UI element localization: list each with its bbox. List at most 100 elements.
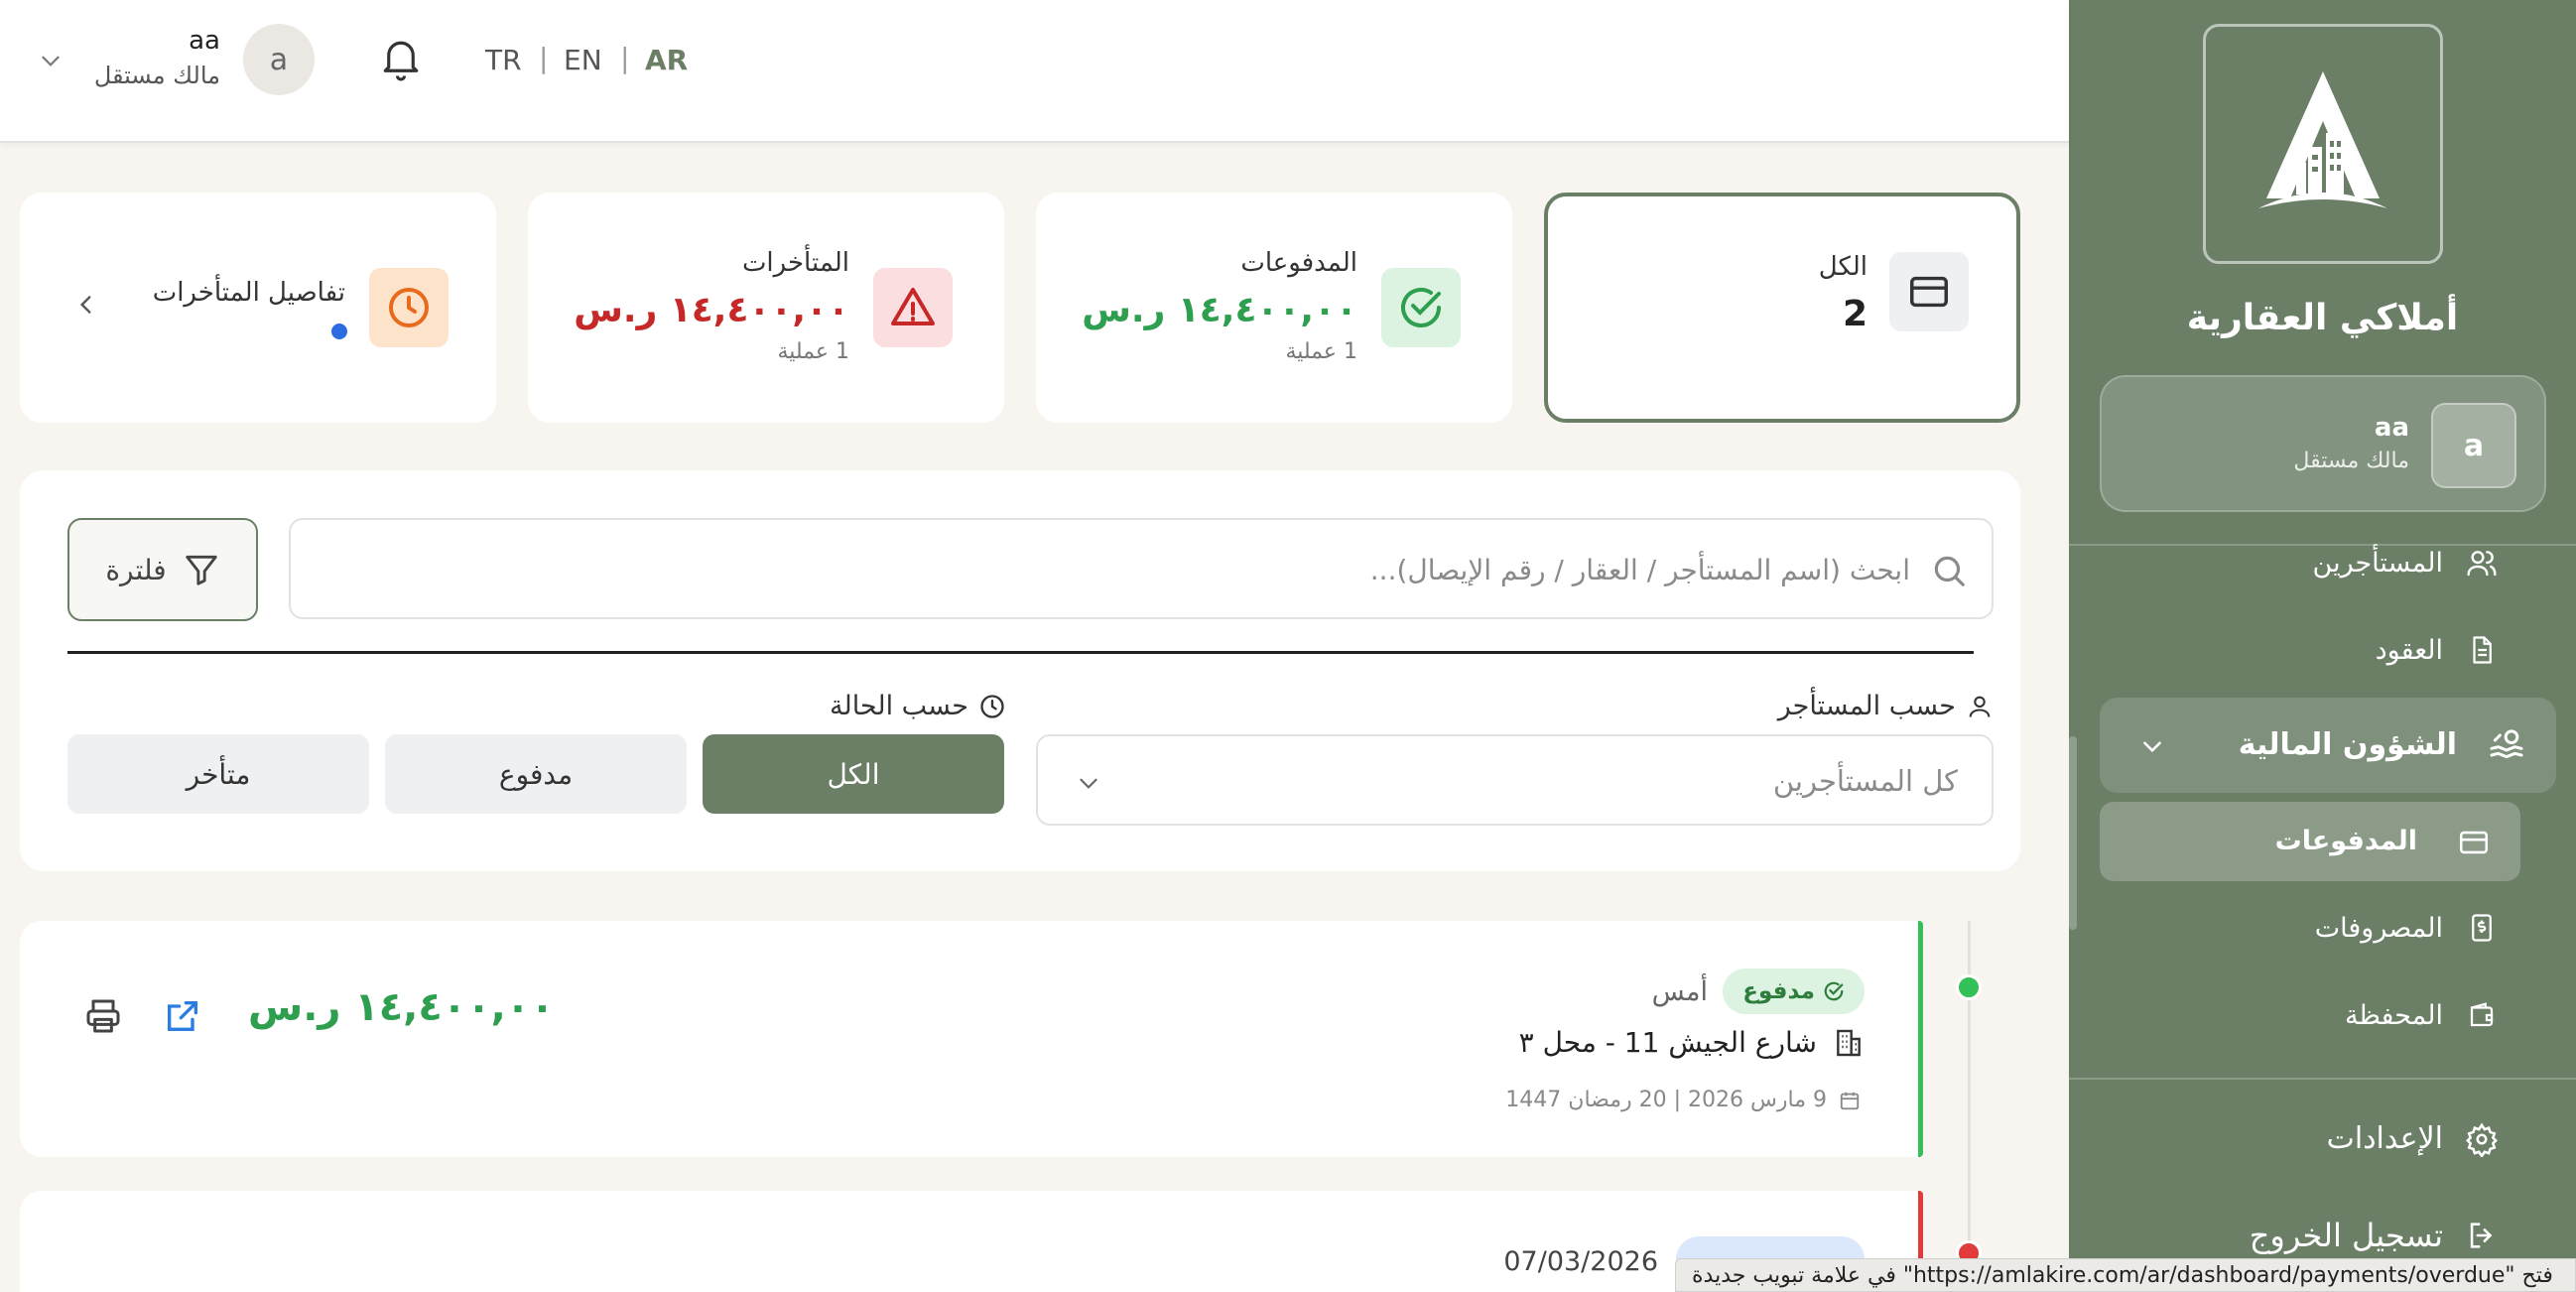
brand-name: أملاكي العقارية <box>2186 298 2459 338</box>
overdue-details-card[interactable]: تفاصيل المتأخرات <box>20 193 496 423</box>
stat-label: المتأخرات <box>741 248 849 278</box>
tenant-filter-label: حسب المستأجر <box>1778 691 1994 721</box>
sidebar-item-label: العقود <box>2375 634 2443 666</box>
chevron-down-icon[interactable] <box>38 48 64 73</box>
avatar[interactable]: a <box>243 24 315 95</box>
sidebar: أملاكي العقارية a aa مالك مستقل المستأجر… <box>2069 0 2576 1292</box>
building-logo-icon <box>2258 71 2387 208</box>
stat-card-all[interactable]: الكل 2 <box>1544 193 2020 423</box>
external-link-icon[interactable] <box>163 996 202 1036</box>
user-name: aa <box>2374 413 2409 443</box>
status-filter-label: حسب الحالة <box>830 691 1006 721</box>
card-icon <box>2457 826 2491 859</box>
property-address: شارع الجيش 11 - محل ٣ <box>1519 1026 1865 1059</box>
stat-value: ١٤,٤٠٠,٠٠ ر.س <box>574 290 849 330</box>
print-icon[interactable] <box>83 996 123 1036</box>
sidebar-item-tenants[interactable]: المستأجرين <box>2313 546 2499 580</box>
lang-tr[interactable]: TR <box>485 44 522 76</box>
sidebar-item-logout[interactable]: تسجيل الخروج <box>2250 1217 2499 1254</box>
chevron-down-icon[interactable] <box>2139 733 2165 759</box>
card-icon <box>1889 252 1969 331</box>
browser-status-bar: فتح "https://amlakire.com/ar/dashboard/p… <box>1675 1258 2576 1292</box>
warning-icon <box>873 268 953 347</box>
sidebar-group-label: الشؤون المالية <box>2238 727 2457 762</box>
stat-subtext: 1 عملية <box>1285 339 1357 364</box>
stat-card-paid[interactable]: المدفوعات ١٤,٤٠٠,٠٠ ر.س 1 عملية <box>1036 193 1512 423</box>
payment-amount: ١٤,٤٠٠,٠٠ ر.س <box>248 984 555 1030</box>
property-address-text: شارع الجيش 11 - محل ٣ <box>1518 1026 1817 1059</box>
tenant-select-value: كل المستأجرين <box>1772 764 1958 798</box>
receipt-icon <box>2465 911 2499 945</box>
stat-value: 2 <box>1842 294 1868 334</box>
sidebar-item-wallet[interactable]: المحفظة <box>2345 998 2499 1032</box>
tenant-filter-text: حسب المستأجر <box>1777 691 1956 721</box>
filter-panel: ابحث (اسم المستأجر / العقار / رقم الإيصا… <box>20 470 2020 871</box>
lang-ar[interactable]: AR <box>645 44 688 76</box>
filter-icon <box>183 551 220 588</box>
clock-icon <box>369 268 449 347</box>
sidebar-item-label: المدفوعات <box>2274 826 2417 856</box>
calendar-icon <box>1839 1090 1861 1111</box>
lang-separator: | <box>539 42 549 74</box>
payment-card[interactable]: 07/03/2026 <box>20 1191 1923 1292</box>
panel-divider <box>67 651 1974 654</box>
overdue-details-label: تفاصيل المتأخرات <box>152 278 345 308</box>
user-name: aa <box>189 26 220 56</box>
user-icon <box>1966 693 1994 720</box>
status-option-overdue[interactable]: متأخر <box>67 734 369 814</box>
tenant-select[interactable]: كل المستأجرين <box>1036 734 1994 826</box>
top-header: TR | EN | AR a aa مالك مستقل <box>0 0 2069 143</box>
search-input[interactable]: ابحث (اسم المستأجر / العقار / رقم الإيصا… <box>289 518 1994 619</box>
check-circle-icon <box>1823 980 1845 1002</box>
users-icon <box>2465 546 2499 580</box>
avatar: a <box>2431 403 2516 488</box>
gear-icon <box>2465 1122 2499 1157</box>
lang-en[interactable]: EN <box>564 44 602 76</box>
payment-dates: 9 مارس 2026 | 20 رمضان 1447 <box>1505 1088 1861 1112</box>
building-icon <box>1833 1027 1865 1059</box>
user-role: مالك مستقل <box>2293 449 2409 473</box>
chevron-down-icon <box>1076 770 1101 796</box>
status-badge: مدفوع <box>1723 969 1865 1014</box>
finance-icon <box>2487 725 2526 765</box>
search-placeholder: ابحث (اسم المستأجر / العقار / رقم الإيصا… <box>1369 554 1910 586</box>
sidebar-item-expenses[interactable]: المصروفات <box>2315 911 2499 945</box>
sidebar-item-label: المصروفات <box>2314 912 2443 944</box>
check-circle-icon <box>1381 268 1461 347</box>
stat-card-overdue[interactable]: المتأخرات ١٤,٤٠٠,٠٠ ر.س 1 عملية <box>528 193 1004 423</box>
stat-label: المدفوعات <box>1240 248 1357 278</box>
lang-separator: | <box>620 42 630 74</box>
payment-relative-date: أمس <box>1651 976 1708 1007</box>
payment-dates-text: 9 مارس 2026 | 20 رمضان 1447 <box>1505 1088 1827 1112</box>
status-option-paid[interactable]: مدفوع <box>385 734 687 814</box>
bell-icon[interactable] <box>380 36 422 81</box>
sidebar-item-payments[interactable]: المدفوعات <box>2100 802 2520 881</box>
search-icon <box>1930 552 1968 589</box>
payment-date: 07/03/2026 <box>1503 1246 1658 1277</box>
clock-icon <box>978 693 1006 720</box>
logout-icon <box>2465 1219 2499 1252</box>
stat-label: الكل <box>1818 252 1868 282</box>
sidebar-divider <box>2069 1078 2576 1080</box>
status-option-all[interactable]: الكل <box>703 734 1004 814</box>
filter-button[interactable]: فلترة <box>67 518 258 621</box>
filter-button-label: فلترة <box>105 553 167 586</box>
status-badge-label: مدفوع <box>1742 978 1815 1004</box>
status-filter-text: حسب الحالة <box>830 691 968 721</box>
stat-value: ١٤,٤٠٠,٠٠ ر.س <box>1082 290 1357 330</box>
user-role: مالك مستقل <box>93 62 220 89</box>
sidebar-item-label: المستأجرين <box>2312 547 2443 579</box>
sidebar-item-label: الإعدادات <box>2326 1121 2443 1156</box>
sidebar-item-contracts[interactable]: العقود <box>2376 633 2499 667</box>
chevron-left-icon[interactable] <box>73 292 99 318</box>
sidebar-user-card[interactable]: a aa مالك مستقل <box>2100 375 2546 512</box>
timeline-dot-paid <box>1956 974 1982 1000</box>
sidebar-item-label: المحفظة <box>2344 999 2443 1031</box>
notification-dot <box>331 323 347 339</box>
brand-logo[interactable] <box>2203 24 2443 264</box>
wallet-icon <box>2465 998 2499 1032</box>
sidebar-group-finance[interactable]: الشؤون المالية <box>2100 698 2556 793</box>
sidebar-item-settings[interactable]: الإعدادات <box>2326 1121 2499 1157</box>
payment-card[interactable]: مدفوع أمس شارع الجيش 11 - محل ٣ 9 مارس 2… <box>20 921 1923 1157</box>
sidebar-scrollbar[interactable] <box>2069 736 2077 930</box>
